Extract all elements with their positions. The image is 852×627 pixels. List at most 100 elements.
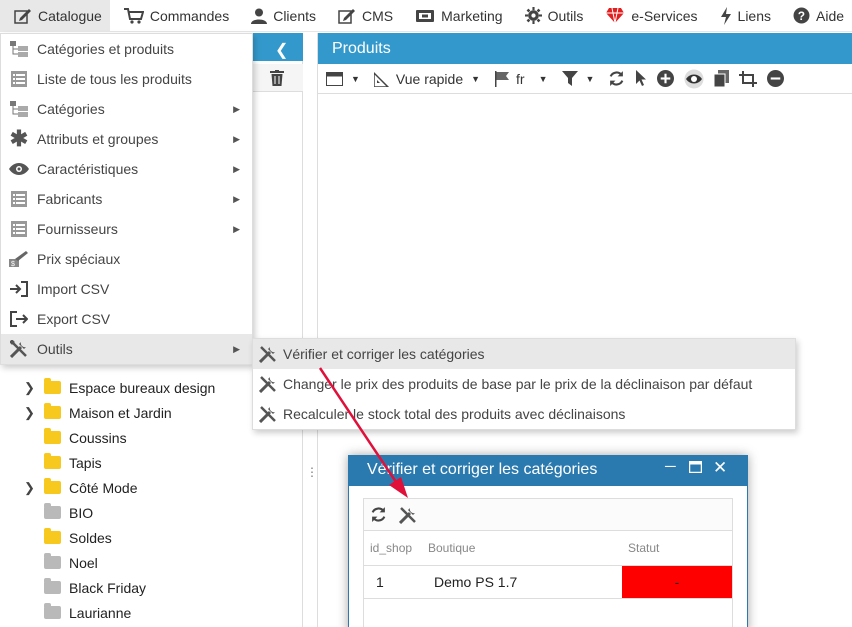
list-icon [9, 70, 29, 88]
top-menu-cms[interactable]: CMS [324, 0, 401, 32]
maximize-icon[interactable] [688, 460, 703, 477]
minimize-icon[interactable]: ─ [665, 458, 676, 475]
menu-item-export-csv[interactable]: Export CSV [1, 304, 252, 334]
caret-down-icon: ▼ [471, 73, 481, 84]
dialog-toolbar [364, 499, 732, 531]
cart-icon [123, 7, 144, 24]
submenu-item-recalculer-stock[interactable]: Recalculer le stock total des produits a… [253, 399, 795, 429]
caret-down-icon: ▼ [351, 73, 360, 84]
menu-item-attributs[interactable]: ✱ Attributs et groupes ▶ [1, 124, 252, 154]
filter-icon [561, 70, 578, 86]
language-selector[interactable]: fr ▼ [494, 70, 548, 87]
select-mode-button[interactable] [635, 70, 647, 87]
ruler-icon [373, 71, 389, 87]
import-icon [9, 280, 29, 298]
top-menu-marketing[interactable]: Marketing [401, 0, 510, 32]
column-header-statut[interactable]: Statut [622, 531, 732, 566]
tree-item[interactable]: ❯Soldes [0, 525, 303, 550]
top-menu-outils[interactable]: Outils [511, 0, 592, 32]
tools-icon [9, 340, 29, 358]
caret-right-icon: ▶ [233, 223, 240, 234]
caret-right-icon: ▶ [233, 133, 240, 144]
cell-id-shop: 1 [364, 565, 422, 599]
view-selector[interactable]: Vue rapide ▼ [373, 71, 481, 87]
copy-icon [714, 70, 730, 87]
verify-categories-dialog: Vérifier et corriger les catégories ─ ✕ … [348, 455, 748, 627]
chevron-right-icon[interactable]: ❯ [24, 480, 38, 496]
menu-item-fabricants[interactable]: Fabricants ▶ [1, 184, 252, 214]
filter-menu[interactable]: ▼ [561, 70, 595, 87]
tree-icon [9, 40, 29, 58]
svg-text:?: ? [798, 10, 805, 23]
crop-button[interactable] [739, 70, 758, 87]
minus-circle-icon [767, 70, 785, 87]
caret-down-icon: ▼ [585, 73, 595, 84]
top-menu-liens[interactable]: Liens [706, 0, 779, 32]
svg-text:$: $ [11, 261, 15, 267]
columns-icon [326, 71, 343, 86]
menu-item-outils[interactable]: Outils ▶ [1, 334, 252, 364]
tree-item[interactable]: ❯Black Friday [0, 575, 303, 600]
gear-icon [524, 7, 542, 24]
caret-down-icon: ▼ [538, 73, 548, 84]
chevron-right-icon[interactable]: ❯ [24, 380, 38, 396]
remove-button[interactable] [767, 70, 785, 87]
tools-icon [259, 345, 277, 363]
list-icon [9, 220, 29, 238]
menu-item-liste-produits[interactable]: Liste de tous les produits [1, 64, 252, 94]
edit-icon [338, 8, 355, 24]
cell-statut: - [622, 565, 732, 599]
export-icon [9, 310, 29, 328]
tree-toolbar [253, 64, 303, 92]
help-icon: ? [793, 7, 810, 24]
folder-icon [44, 428, 61, 444]
menu-item-prix-speciaux[interactable]: $ Prix spéciaux [1, 244, 252, 274]
cursor-icon [636, 70, 647, 86]
submenu-item-changer-prix[interactable]: Changer le prix des produits de base par… [253, 369, 795, 399]
columns-menu[interactable]: ▼ [326, 71, 360, 86]
column-header-boutique[interactable]: Boutique [422, 531, 622, 566]
folder-icon [44, 403, 61, 419]
refresh-button[interactable] [608, 70, 625, 87]
folder-icon [44, 478, 61, 494]
preview-button[interactable] [684, 69, 704, 89]
top-menu-catalogue[interactable]: Catalogue [0, 0, 110, 32]
table-row[interactable]: 1 Demo PS 1.7 - [364, 565, 732, 599]
products-toolbar: ▼ Vue rapide ▼ fr ▼ ▼ [318, 64, 852, 94]
top-menu-aide[interactable]: ? Aide [779, 0, 852, 32]
folder-icon [44, 578, 61, 594]
menu-item-categories[interactable]: Catégories ▶ [1, 94, 252, 124]
tree-item[interactable]: ❯Laurianne [0, 600, 303, 625]
dialog-header: Vérifier et corriger les catégories ─ ✕ [349, 456, 747, 486]
dialog-title: Vérifier et corriger les catégories [367, 461, 598, 478]
refresh-icon[interactable] [370, 506, 387, 523]
flag-icon [495, 70, 510, 87]
dialog-grid: id_shop Boutique Statut 1 Demo PS 1.7 - [363, 498, 733, 627]
tree-item[interactable]: ❯Noel [0, 550, 303, 575]
menu-item-import-csv[interactable]: Import CSV [1, 274, 252, 304]
top-menu-clients[interactable]: Clients [237, 0, 324, 32]
menu-item-fournisseurs[interactable]: Fournisseurs ▶ [1, 214, 252, 244]
list-icon [9, 190, 29, 208]
menu-item-categories-et-produits[interactable]: Catégories et produits [1, 34, 252, 64]
tools-icon [259, 405, 277, 423]
gem-icon [606, 7, 625, 24]
tree-item[interactable]: ❯ Côté Mode [0, 475, 303, 500]
collapse-icon[interactable]: ❮ [275, 40, 288, 60]
column-header-id-shop[interactable]: id_shop [364, 531, 422, 566]
duplicate-button[interactable] [714, 70, 730, 87]
tree-panel-header: ❮ [253, 33, 303, 61]
catalogue-menu: Catégories et produits Liste de tous les… [0, 33, 253, 365]
tree-item[interactable]: ❯BIO [0, 500, 303, 525]
add-product-button[interactable] [657, 70, 675, 87]
menu-item-caracteristiques[interactable]: Caractéristiques ▶ [1, 154, 252, 184]
refresh-icon [610, 71, 624, 86]
top-menu-commandes[interactable]: Commandes [110, 0, 237, 32]
tree-item[interactable]: ❯Tapis [0, 450, 303, 475]
tools-icon[interactable] [399, 506, 417, 524]
submenu-item-verifier-categories[interactable]: Vérifier et corriger les catégories [253, 339, 795, 369]
trash-icon[interactable] [270, 70, 284, 86]
chevron-right-icon[interactable]: ❯ [24, 405, 38, 421]
top-menu-eservices[interactable]: e-Services [591, 0, 705, 32]
close-icon[interactable]: ✕ [713, 458, 727, 478]
